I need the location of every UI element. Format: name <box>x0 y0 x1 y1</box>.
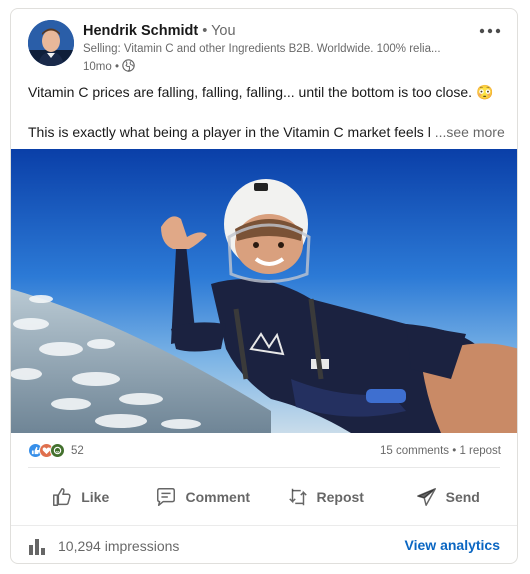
author-name-row: Hendrik Schmidt • You <box>83 23 236 39</box>
avatar-photo <box>28 20 74 66</box>
repost-icon <box>288 488 307 506</box>
impressions-summary[interactable]: 10,294 impressions <box>28 537 179 555</box>
bar-chart-icon <box>29 539 45 555</box>
comment-label: Comment <box>185 489 251 505</box>
author-name[interactable]: Hendrik Schmidt <box>83 23 198 39</box>
repost-button[interactable]: Repost <box>264 477 387 517</box>
post-time: 10mo • <box>83 61 119 73</box>
send-label: Send <box>445 489 480 505</box>
more-options-button[interactable] <box>477 21 503 41</box>
footer-divider <box>11 525 517 526</box>
post-card: Hendrik Schmidt • You Selling: Vitamin C… <box>10 8 518 564</box>
post-text-line1: Vitamin C prices are falling, falling, f… <box>28 83 506 101</box>
repost-label: Repost <box>316 489 364 505</box>
comment-button[interactable]: Comment <box>142 477 265 517</box>
more-icon <box>479 28 501 34</box>
reactions-summary[interactable]: 52 <box>28 443 84 458</box>
divider <box>28 467 500 468</box>
like-icon <box>53 488 71 506</box>
view-analytics-link[interactable]: View analytics <box>405 537 500 553</box>
connection-degree: • You <box>198 23 236 39</box>
post-image[interactable] <box>11 149 517 433</box>
send-button[interactable]: Send <box>387 477 510 517</box>
comment-icon <box>157 488 176 506</box>
celebrate-reaction-icon <box>50 443 65 458</box>
post-meta: 10mo • <box>83 59 135 75</box>
post-text-line2: This is exactly what being a player in t… <box>28 123 506 141</box>
author-avatar[interactable] <box>28 20 74 66</box>
see-more-link[interactable]: ...see more <box>435 124 505 140</box>
comments-reposts-count[interactable]: 15 comments • 1 repost <box>380 445 501 457</box>
flushed-emoji: 😳 <box>475 84 494 100</box>
send-icon <box>416 488 436 506</box>
action-bar: Like Comment Repost Send <box>19 477 509 517</box>
post-text: Vitamin C prices are falling, falling, f… <box>28 84 473 100</box>
reaction-count: 52 <box>71 444 84 457</box>
globe-icon <box>122 59 135 75</box>
like-label: Like <box>81 489 110 505</box>
like-button[interactable]: Like <box>19 477 142 517</box>
post-text-truncated: This is exactly what being a player in t… <box>28 124 431 140</box>
author-headline: Selling: Vitamin C and other Ingredients… <box>83 43 441 55</box>
impressions-count: 10,294 impressions <box>58 538 180 554</box>
